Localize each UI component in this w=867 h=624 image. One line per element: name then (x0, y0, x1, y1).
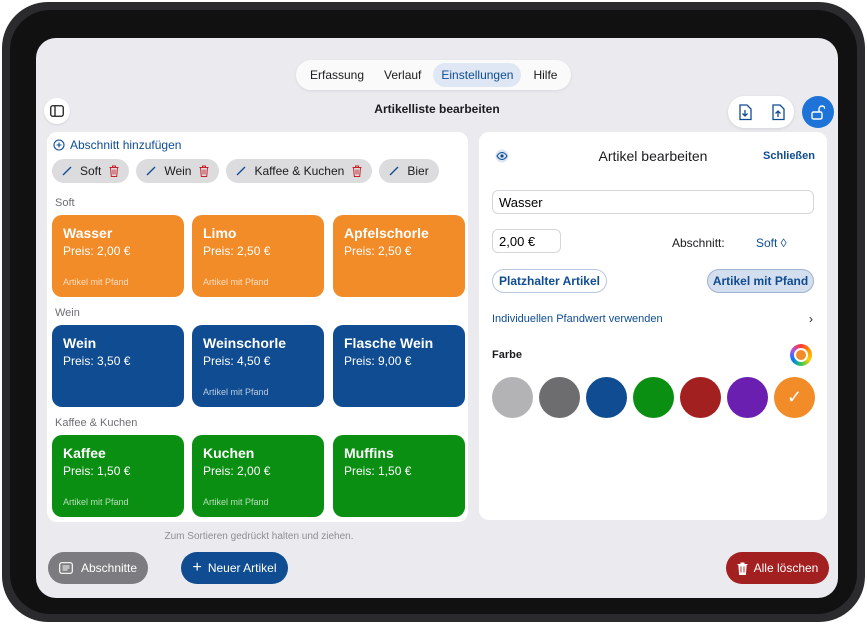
color-swatch[interactable] (680, 377, 721, 418)
color-swatches: ✓ (492, 377, 815, 418)
article-name: Muffins (344, 445, 394, 461)
section-picker[interactable]: Soft ◊ (756, 236, 787, 250)
sections-button[interactable]: Abschnitte (48, 552, 148, 584)
chip-label: Soft (80, 164, 102, 178)
article-pfand: Artikel mit Pfand (63, 277, 129, 287)
article-price: Preis: 2,00 € (203, 464, 271, 478)
pencil-icon[interactable] (236, 166, 246, 176)
color-swatch[interactable] (727, 377, 768, 418)
plus-circle-icon (53, 139, 65, 151)
pencil-icon[interactable] (146, 166, 156, 176)
new-article-label: Neuer Artikel (207, 561, 277, 575)
color-swatch[interactable]: ✓ (774, 377, 815, 418)
article-name-field[interactable]: Wasser (492, 190, 814, 214)
article-name: Wasser (63, 225, 113, 241)
export-icon[interactable] (771, 103, 785, 121)
section-chips: Soft Wein Kaffee & Kuchen Bier (52, 159, 439, 183)
tab-bar: Erfassung Verlauf Einstellungen Hilfe (296, 60, 572, 90)
plus-icon: + (192, 559, 202, 576)
article-name: Weinschorle (203, 335, 286, 351)
article-name: Kuchen (203, 445, 255, 461)
article-card[interactable]: Weinschorle Preis: 4,50 € Artikel mit Pfan… (192, 325, 324, 407)
chip-label: Bier (407, 164, 429, 178)
color-swatch[interactable] (586, 377, 627, 418)
article-pfand: Artikel mit Pfand (203, 387, 269, 397)
section-chip[interactable]: Bier (379, 159, 439, 183)
article-card[interactable]: Kuchen Preis: 2,00 € Artikel mit Pfand (192, 435, 324, 517)
pencil-icon[interactable] (62, 166, 72, 176)
chevron-right-icon: › (809, 312, 813, 326)
chip-label: Kaffee & Kuchen (254, 164, 345, 178)
article-price: Preis: 3,50 € (63, 354, 131, 368)
article-price: Preis: 1,50 € (63, 464, 131, 478)
color-swatch[interactable] (492, 377, 533, 418)
article-card[interactable]: Apfelschorle Preis: 2,50 € (333, 215, 465, 297)
section-chip[interactable]: Soft (52, 159, 130, 183)
article-card[interactable]: Wasser Preis: 2,00 € Artikel mit Pfand (52, 215, 184, 297)
add-section-button[interactable]: Abschnitt hinzufügen (53, 138, 181, 152)
section-label: Wein (55, 307, 80, 319)
article-name: Limo (203, 225, 237, 241)
new-article-button[interactable]: + Neuer Artikel (181, 552, 288, 584)
article-card[interactable]: Muffins Preis: 1,50 € (333, 435, 465, 517)
sort-hint: Zum Sortieren gedrückt halten und ziehen… (164, 531, 354, 542)
article-editor-panel: Artikel bearbeiten Schließen Wasser 2,00… (479, 132, 827, 520)
import-export-group (728, 96, 794, 128)
checkmark-icon: ✓ (786, 387, 803, 407)
article-card[interactable]: Flasche Wein Preis: 9,00 € (333, 325, 465, 407)
article-price: Preis: 2,50 € (344, 244, 412, 258)
close-button[interactable]: Schließen (763, 150, 815, 162)
custom-pfand-link[interactable]: Individuellen Pfandwert verwenden (492, 313, 663, 325)
article-price: Preis: 2,50 € (203, 244, 271, 258)
screen: Erfassung Verlauf Einstellungen Hilfe Ar… (36, 38, 838, 598)
pfand-article-button[interactable]: Artikel mit Pfand (707, 269, 814, 293)
sections-button-label: Abschnitte (80, 561, 138, 575)
article-price: Preis: 1,50 € (344, 464, 412, 478)
color-swatch[interactable] (539, 377, 580, 418)
add-section-label: Abschnitt hinzufügen (70, 138, 182, 152)
import-icon[interactable] (738, 103, 752, 121)
article-list-panel: Abschnitt hinzufügen Soft Wein Kaffee & Ku… (47, 132, 468, 522)
article-name: Apfelschorle (344, 225, 429, 241)
article-price: Preis: 4,50 € (203, 354, 271, 368)
section-label: Soft (55, 197, 75, 209)
delete-all-button[interactable]: Alle löschen (726, 552, 829, 584)
trash-icon[interactable] (109, 165, 119, 177)
section-chip[interactable]: Wein (136, 159, 220, 183)
article-card[interactable]: Limo Preis: 2,50 € Artikel mit Pfand (192, 215, 324, 297)
unlock-icon (811, 104, 825, 120)
article-pfand: Artikel mit Pfand (63, 497, 129, 507)
delete-all-label: Alle löschen (753, 561, 819, 575)
article-card[interactable]: Kaffee Preis: 1,50 € Artikel mit Pfand (52, 435, 184, 517)
tab-verlauf[interactable]: Verlauf (376, 63, 429, 87)
page-title: Artikelliste bearbeiten (374, 102, 500, 116)
article-card[interactable]: Wein Preis: 3,50 € (52, 325, 184, 407)
section-chip[interactable]: Kaffee & Kuchen (226, 159, 373, 183)
article-name: Flasche Wein (344, 335, 434, 351)
article-name: Kaffee (63, 445, 106, 461)
trash-icon (737, 562, 748, 575)
section-label: Abschnitt: (672, 236, 725, 250)
chip-label: Wein (164, 164, 192, 178)
article-pfand: Artikel mit Pfand (203, 497, 269, 507)
placeholder-article-button[interactable]: Platzhalter Artikel (492, 269, 607, 293)
tab-erfassung[interactable]: Erfassung (302, 63, 372, 87)
article-price: Preis: 9,00 € (344, 354, 412, 368)
lock-button[interactable] (802, 96, 834, 128)
trash-icon[interactable] (199, 165, 209, 177)
article-pfand: Artikel mit Pfand (203, 277, 269, 287)
tab-einstellungen[interactable]: Einstellungen (433, 63, 522, 87)
ipad-frame: Erfassung Verlauf Einstellungen Hilfe Ar… (2, 2, 865, 622)
trash-icon[interactable] (352, 165, 362, 177)
tab-hilfe[interactable]: Hilfe (525, 63, 565, 87)
article-price-field[interactable]: 2,00 € (492, 229, 561, 253)
list-icon (59, 562, 73, 574)
section-label: Kaffee & Kuchen (55, 417, 138, 429)
pencil-icon[interactable] (389, 166, 399, 176)
article-price: Preis: 2,00 € (63, 244, 131, 258)
article-name: Wein (63, 335, 97, 351)
color-wheel-icon[interactable] (790, 344, 812, 366)
color-label: Farbe (492, 349, 522, 361)
color-swatch[interactable] (633, 377, 674, 418)
